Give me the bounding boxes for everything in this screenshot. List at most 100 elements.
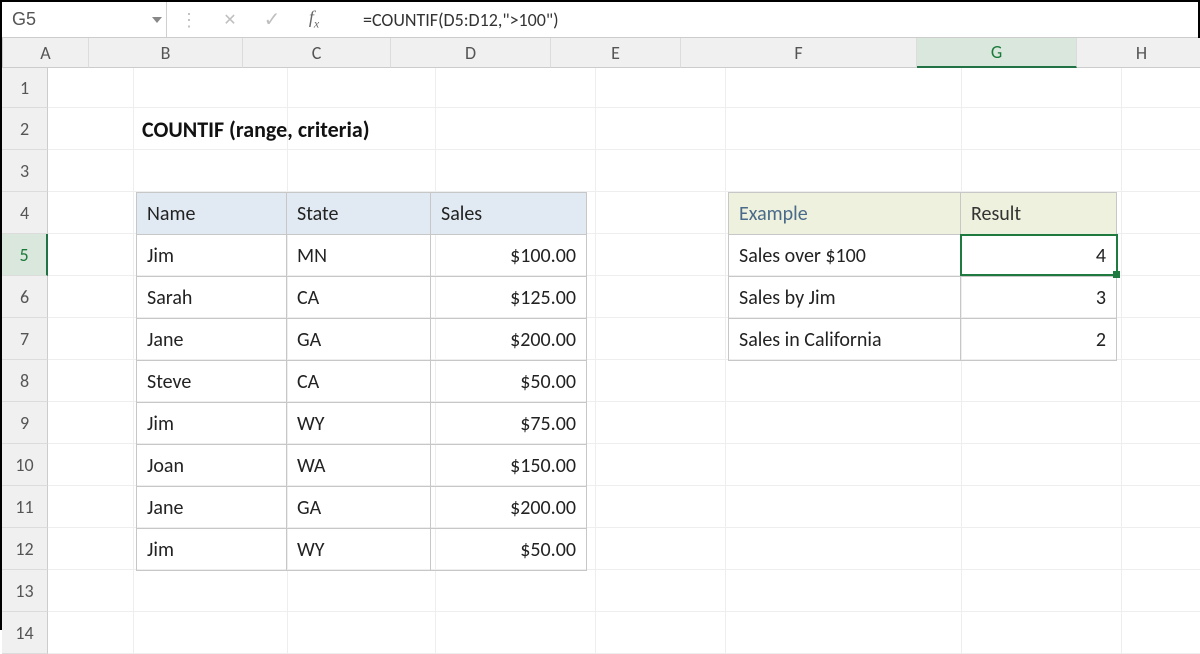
cell-A9[interactable] (48, 402, 134, 444)
cancel-icon[interactable] (209, 2, 251, 37)
cell-A4[interactable] (48, 192, 134, 234)
cell-A2[interactable] (48, 108, 134, 150)
cell-A13[interactable] (48, 570, 134, 612)
cell-D14[interactable] (436, 612, 596, 654)
cell-H12[interactable] (1122, 528, 1200, 570)
column-header-E[interactable]: E (551, 38, 681, 68)
sales-cell[interactable]: MN (287, 235, 431, 277)
cell-C1[interactable] (288, 68, 436, 108)
name-box[interactable]: G5 (2, 2, 167, 37)
cell-H11[interactable] (1122, 486, 1200, 528)
cell-H9[interactable] (1122, 402, 1200, 444)
cell-H6[interactable] (1122, 276, 1200, 318)
cell-B14[interactable] (134, 612, 288, 654)
sales-header-0[interactable]: Name (137, 193, 287, 235)
cell-A12[interactable] (48, 528, 134, 570)
cell-F3[interactable] (726, 150, 962, 192)
cell-A8[interactable] (48, 360, 134, 402)
cell-G12[interactable] (962, 528, 1122, 570)
cell-A3[interactable] (48, 150, 134, 192)
cell-H13[interactable] (1122, 570, 1200, 612)
sales-cell[interactable]: $200.00 (431, 319, 587, 361)
cell-G11[interactable] (962, 486, 1122, 528)
cell-C3[interactable] (288, 150, 436, 192)
cell-A6[interactable] (48, 276, 134, 318)
sales-cell[interactable]: $75.00 (431, 403, 587, 445)
example-cell[interactable]: 2 (961, 319, 1117, 361)
cell-A11[interactable] (48, 486, 134, 528)
cell-D2[interactable] (436, 108, 596, 150)
cell-E9[interactable] (596, 402, 726, 444)
select-all-corner[interactable] (2, 38, 3, 68)
sales-cell[interactable]: Steve (137, 361, 287, 403)
sales-cell[interactable]: GA (287, 319, 431, 361)
cell-A5[interactable] (48, 234, 134, 276)
sales-cell[interactable]: $50.00 (431, 361, 587, 403)
sales-cell[interactable]: Jane (137, 487, 287, 529)
sales-cell[interactable]: $125.00 (431, 277, 587, 319)
row-header-2[interactable]: 2 (2, 108, 48, 150)
example-cell[interactable]: 3 (961, 277, 1117, 319)
cell-E11[interactable] (596, 486, 726, 528)
cell-G13[interactable] (962, 570, 1122, 612)
cell-H14[interactable] (1122, 612, 1200, 654)
row-header-1[interactable]: 1 (2, 68, 48, 108)
cell-E14[interactable] (596, 612, 726, 654)
column-header-F[interactable]: F (681, 38, 917, 68)
cell-E5[interactable] (596, 234, 726, 276)
cell-F10[interactable] (726, 444, 962, 486)
cell-E3[interactable] (596, 150, 726, 192)
example-cell[interactable]: 4 (961, 235, 1117, 277)
cell-B3[interactable] (134, 150, 288, 192)
cell-H5[interactable] (1122, 234, 1200, 276)
cell-F14[interactable] (726, 612, 962, 654)
row-header-12[interactable]: 12 (2, 528, 48, 570)
cell-F13[interactable] (726, 570, 962, 612)
sales-cell[interactable]: Jim (137, 529, 287, 571)
cell-H7[interactable] (1122, 318, 1200, 360)
sales-header-2[interactable]: Sales (431, 193, 587, 235)
cell-F9[interactable] (726, 402, 962, 444)
row-header-6[interactable]: 6 (2, 276, 48, 318)
row-header-10[interactable]: 10 (2, 444, 48, 486)
example-header-0[interactable]: Example (729, 193, 961, 235)
cell-G3[interactable] (962, 150, 1122, 192)
cell-E1[interactable] (596, 68, 726, 108)
cell-D13[interactable] (436, 570, 596, 612)
sales-cell[interactable]: $100.00 (431, 235, 587, 277)
cell-B13[interactable] (134, 570, 288, 612)
cell-D1[interactable] (436, 68, 596, 108)
column-header-A[interactable]: A (3, 38, 89, 68)
example-cell[interactable]: Sales by Jim (729, 277, 961, 319)
chevron-down-icon[interactable] (152, 17, 162, 23)
cell-A10[interactable] (48, 444, 134, 486)
cell-H1[interactable] (1122, 68, 1200, 108)
cell-E7[interactable] (596, 318, 726, 360)
cell-G10[interactable] (962, 444, 1122, 486)
cell-C13[interactable] (288, 570, 436, 612)
sales-cell[interactable]: Sarah (137, 277, 287, 319)
cell-E13[interactable] (596, 570, 726, 612)
sales-cell[interactable]: GA (287, 487, 431, 529)
sales-cell[interactable]: WY (287, 529, 431, 571)
cell-A14[interactable] (48, 612, 134, 654)
cell-F12[interactable] (726, 528, 962, 570)
row-header-4[interactable]: 4 (2, 192, 48, 234)
cell-H2[interactable] (1122, 108, 1200, 150)
example-header-1[interactable]: Result (961, 193, 1117, 235)
cell-B1[interactable] (134, 68, 288, 108)
row-header-7[interactable]: 7 (2, 318, 48, 360)
example-cell[interactable]: Sales over $100 (729, 235, 961, 277)
cell-E8[interactable] (596, 360, 726, 402)
cell-G8[interactable] (962, 360, 1122, 402)
cell-E6[interactable] (596, 276, 726, 318)
cell-E12[interactable] (596, 528, 726, 570)
cell-F2[interactable] (726, 108, 962, 150)
cell-C14[interactable] (288, 612, 436, 654)
cell-H8[interactable] (1122, 360, 1200, 402)
example-cell[interactable]: Sales in California (729, 319, 961, 361)
row-header-14[interactable]: 14 (2, 612, 48, 654)
sales-cell[interactable]: Jane (137, 319, 287, 361)
row-header-8[interactable]: 8 (2, 360, 48, 402)
sales-cell[interactable]: $50.00 (431, 529, 587, 571)
